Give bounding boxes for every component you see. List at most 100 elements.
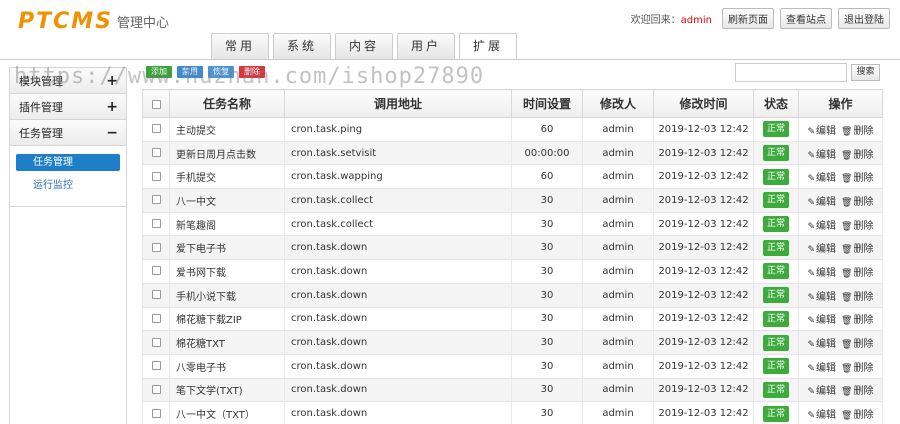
delete-row-button[interactable]: 🗑删除 xyxy=(841,244,873,255)
row-checkbox[interactable] xyxy=(151,337,161,347)
row-checkbox[interactable] xyxy=(151,361,161,371)
tab-extensions[interactable]: 扩展 xyxy=(459,33,517,60)
column-header[interactable]: 状态 xyxy=(753,89,799,118)
row-checkbox[interactable] xyxy=(151,290,161,300)
row-checkbox[interactable] xyxy=(151,219,161,229)
edit-button[interactable]: ✎编辑 xyxy=(808,126,837,137)
trash-icon: 🗑 xyxy=(841,174,853,185)
task-modified-time: 2019-12-03 12:42 xyxy=(653,354,754,379)
row-checkbox[interactable] xyxy=(151,171,161,181)
edit-button[interactable]: ✎编辑 xyxy=(808,244,837,255)
task-url: cron.task.collect xyxy=(284,188,512,213)
edit-button[interactable]: ✎编辑 xyxy=(808,173,837,184)
logo[interactable]: PTCMS 管理中心 xyxy=(18,10,169,34)
task-modifier: admin xyxy=(582,188,654,213)
edit-button[interactable]: ✎编辑 xyxy=(808,268,837,279)
delete-row-button[interactable]: 🗑删除 xyxy=(841,386,873,397)
sidebar-group-plugins[interactable]: 插件管理 + xyxy=(10,94,126,120)
status-badge[interactable]: 正常 xyxy=(762,334,789,351)
edit-button[interactable]: ✎编辑 xyxy=(808,292,837,303)
select-all-checkbox[interactable] xyxy=(151,99,161,109)
edit-button[interactable]: ✎编辑 xyxy=(808,339,837,350)
delete-row-button[interactable]: 🗑删除 xyxy=(841,315,873,326)
delete-row-button[interactable]: 🗑删除 xyxy=(841,292,873,303)
status-badge[interactable]: 正常 xyxy=(762,192,789,209)
status-cell: 正常 xyxy=(753,283,799,308)
edit-button[interactable]: ✎编辑 xyxy=(808,221,837,232)
status-badge[interactable]: 正常 xyxy=(762,239,789,256)
status-badge[interactable]: 正常 xyxy=(762,145,789,162)
status-badge[interactable]: 正常 xyxy=(762,263,789,280)
tab-content[interactable]: 内容 xyxy=(335,33,393,59)
row-checkbox[interactable] xyxy=(151,124,161,134)
status-badge[interactable]: 正常 xyxy=(762,310,789,327)
edit-button[interactable]: ✎编辑 xyxy=(808,315,837,326)
trash-icon: 🗑 xyxy=(841,245,853,256)
sidebar-group-tasks[interactable]: 任务管理 − xyxy=(10,120,126,146)
current-user[interactable]: admin xyxy=(681,15,712,26)
disable-button[interactable]: 禁用 xyxy=(177,66,203,78)
sidebar-item-run-monitor[interactable]: 运行监控 xyxy=(16,177,120,194)
edit-button[interactable]: ✎编辑 xyxy=(808,150,837,161)
restore-button[interactable]: 恢复 xyxy=(208,66,234,78)
delete-row-button[interactable]: 🗑删除 xyxy=(841,410,873,421)
edit-label: 编辑 xyxy=(816,125,837,137)
column-header[interactable]: 修改时间 xyxy=(653,89,754,118)
sidebar-item-task-management[interactable]: 任务管理 xyxy=(16,154,120,171)
delete-row-button[interactable]: 🗑删除 xyxy=(841,173,873,184)
column-header[interactable]: 操作 xyxy=(798,89,883,118)
row-checkbox[interactable] xyxy=(151,195,161,205)
status-badge[interactable]: 正常 xyxy=(762,121,789,138)
status-badge[interactable]: 正常 xyxy=(762,381,789,398)
task-modifier: admin xyxy=(582,401,654,424)
delete-row-button[interactable]: 🗑删除 xyxy=(841,197,873,208)
column-header[interactable]: 调用地址 xyxy=(284,89,512,118)
column-header[interactable]: 时间设置 xyxy=(511,89,583,118)
edit-button[interactable]: ✎编辑 xyxy=(808,363,837,374)
row-select-cell xyxy=(142,259,170,284)
status-badge[interactable]: 正常 xyxy=(762,216,789,233)
task-modifier: admin xyxy=(582,235,654,261)
edit-button[interactable]: ✎编辑 xyxy=(808,197,837,208)
delete-row-button[interactable]: 🗑删除 xyxy=(841,268,873,279)
delete-row-button[interactable]: 🗑删除 xyxy=(841,339,873,350)
task-name: 八一中文 xyxy=(169,188,285,213)
column-header[interactable]: 修改人 xyxy=(582,89,654,118)
row-checkbox[interactable] xyxy=(151,408,161,418)
logo-text: PTCMS xyxy=(18,9,114,34)
row-checkbox[interactable] xyxy=(151,384,161,394)
refresh-page-button[interactable]: 刷新页面 xyxy=(722,8,774,29)
task-modifier: admin xyxy=(582,330,654,355)
edit-icon: ✎ xyxy=(807,126,816,137)
row-checkbox[interactable] xyxy=(151,242,161,252)
tab-common[interactable]: 常用 xyxy=(211,33,269,59)
status-badge[interactable]: 正常 xyxy=(762,287,789,304)
row-checkbox[interactable] xyxy=(151,148,161,158)
delete-row-button[interactable]: 🗑删除 xyxy=(841,126,873,137)
status-badge[interactable]: 正常 xyxy=(762,358,789,375)
tab-system[interactable]: 系统 xyxy=(273,33,331,59)
row-checkbox[interactable] xyxy=(151,266,161,276)
row-checkbox[interactable] xyxy=(151,313,161,323)
view-site-button[interactable]: 查看站点 xyxy=(780,8,832,29)
task-modified-time: 2019-12-03 12:42 xyxy=(653,283,754,308)
search-input[interactable] xyxy=(735,63,847,82)
delete-button[interactable]: 删除 xyxy=(239,66,265,78)
delete-row-button[interactable]: 🗑删除 xyxy=(841,221,873,232)
status-badge[interactable]: 正常 xyxy=(762,405,789,422)
search-button[interactable]: 搜索 xyxy=(851,64,880,81)
table-row: 手机提交 cron.task.wapping 60 admin 2019-12-03 1… xyxy=(142,164,883,190)
task-url: cron.task.setvisit xyxy=(284,141,512,166)
operations-cell: ✎编辑 🗑删除 xyxy=(798,283,883,308)
edit-button[interactable]: ✎编辑 xyxy=(808,386,837,397)
expand-icon: + xyxy=(106,98,118,115)
delete-row-button[interactable]: 🗑删除 xyxy=(841,363,873,374)
status-badge[interactable]: 正常 xyxy=(762,168,789,185)
delete-row-button[interactable]: 🗑删除 xyxy=(841,150,873,161)
column-header[interactable]: 任务名称 xyxy=(169,89,285,118)
add-button[interactable]: 添加 xyxy=(146,66,172,78)
tab-users[interactable]: 用户 xyxy=(397,33,455,59)
sidebar-group-modules[interactable]: 模块管理 + xyxy=(10,68,126,94)
logout-button[interactable]: 退出登陆 xyxy=(838,8,890,29)
edit-button[interactable]: ✎编辑 xyxy=(808,410,837,421)
